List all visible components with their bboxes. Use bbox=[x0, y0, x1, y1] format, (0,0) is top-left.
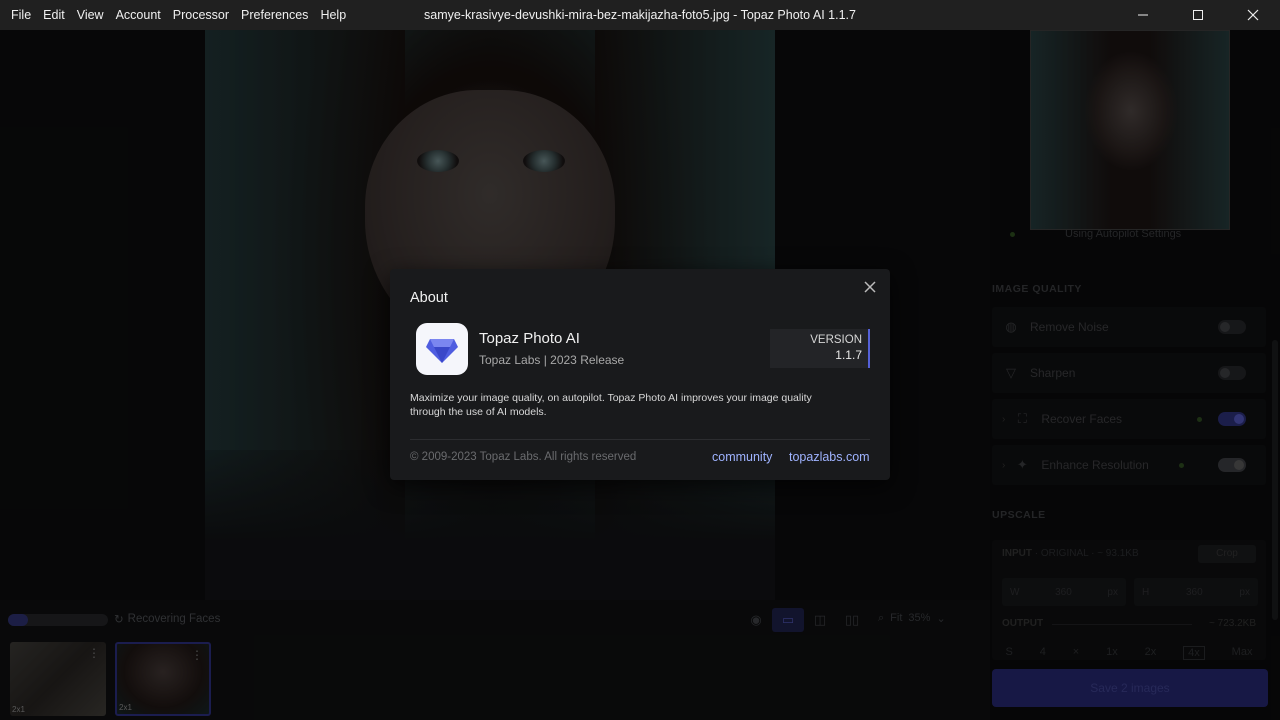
close-icon bbox=[864, 281, 876, 293]
window-controls bbox=[1115, 0, 1280, 30]
version-label: VERSION bbox=[810, 334, 862, 346]
about-dialog: About Topaz Photo AI Topaz Labs | 2023 R… bbox=[390, 269, 890, 480]
dialog-divider bbox=[410, 439, 870, 440]
menu-help[interactable]: Help bbox=[314, 0, 352, 30]
version-number: 1.1.7 bbox=[835, 348, 862, 362]
dialog-close-button[interactable] bbox=[862, 279, 878, 295]
menu-bar: File Edit View Account Processor Prefere… bbox=[0, 0, 352, 30]
close-icon bbox=[1247, 9, 1258, 21]
menu-account[interactable]: Account bbox=[110, 0, 167, 30]
app-logo bbox=[416, 323, 468, 375]
community-link[interactable]: community bbox=[712, 450, 772, 464]
app-release: Topaz Labs | 2023 Release bbox=[479, 353, 625, 367]
close-window-button[interactable] bbox=[1225, 0, 1280, 30]
copyright-text: © 2009-2023 Topaz Labs. All rights reser… bbox=[410, 451, 637, 463]
dialog-description: Maximize your image quality, on autopilo… bbox=[410, 392, 812, 418]
menu-file[interactable]: File bbox=[5, 0, 37, 30]
minimize-icon bbox=[1137, 14, 1148, 16]
app-name: Topaz Photo AI bbox=[479, 330, 580, 347]
menu-view[interactable]: View bbox=[71, 0, 110, 30]
version-box: VERSION 1.1.7 bbox=[770, 329, 870, 368]
title-bar: File Edit View Account Processor Prefere… bbox=[0, 0, 1280, 30]
topaz-gem-icon bbox=[426, 339, 458, 363]
dialog-title: About bbox=[410, 290, 448, 306]
menu-processor[interactable]: Processor bbox=[167, 0, 235, 30]
maximize-button[interactable] bbox=[1170, 0, 1225, 30]
menu-preferences[interactable]: Preferences bbox=[235, 0, 314, 30]
website-link[interactable]: topazlabs.com bbox=[789, 450, 870, 464]
menu-edit[interactable]: Edit bbox=[37, 0, 71, 30]
minimize-button[interactable] bbox=[1115, 0, 1170, 30]
maximize-icon bbox=[1192, 10, 1203, 20]
